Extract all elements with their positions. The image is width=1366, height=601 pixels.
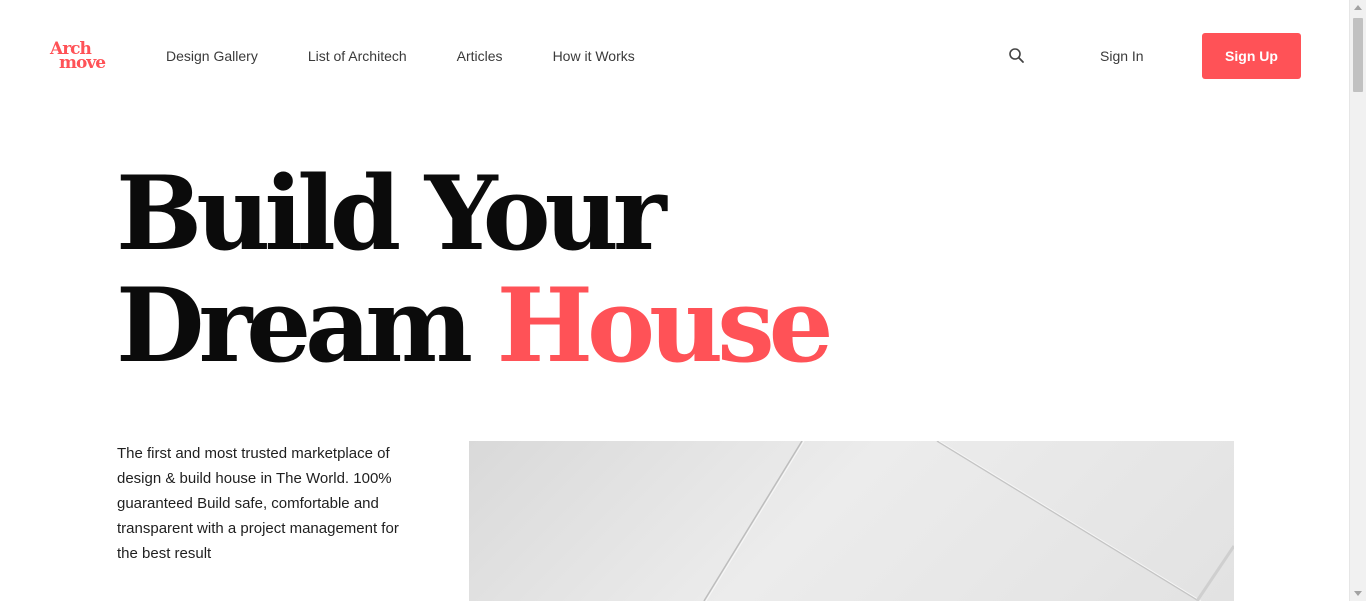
nav-item-articles[interactable]: Articles [457, 47, 503, 65]
ceiling-lines-graphic [703, 441, 1234, 601]
nav-item-design-gallery[interactable]: Design Gallery [166, 47, 258, 65]
search-icon[interactable] [1008, 47, 1026, 65]
vertical-scrollbar[interactable] [1349, 0, 1366, 601]
nav-item-how-it-works[interactable]: How it Works [553, 47, 635, 65]
sign-up-button[interactable]: Sign Up [1202, 33, 1301, 79]
hero-title: Build Your Dream House [116, 154, 834, 382]
hero-title-house: House [496, 266, 834, 386]
landing-page: Arch move Design Gallery List of Archite… [0, 0, 1366, 601]
hero-title-line-2: Dream House [116, 270, 834, 382]
hero-description: The first and most trusted marketplace o… [117, 445, 399, 562]
nav-item-list-of-architech[interactable]: List of Architech [308, 47, 407, 65]
hero-title-line-1: Build Your [116, 154, 667, 274]
scroll-down-arrow-icon[interactable] [1354, 591, 1362, 596]
logo-line-move: move [59, 53, 106, 73]
brand-logo[interactable]: Arch move [50, 41, 110, 73]
scrollbar-thumb[interactable] [1353, 18, 1363, 92]
main-nav: Design Gallery List of Architech Article… [166, 47, 685, 65]
hero-image [469, 441, 1234, 601]
hero-title-dream: Dream [116, 266, 473, 386]
sign-in-link[interactable]: Sign In [1100, 47, 1144, 65]
scroll-up-arrow-icon[interactable] [1354, 5, 1362, 10]
